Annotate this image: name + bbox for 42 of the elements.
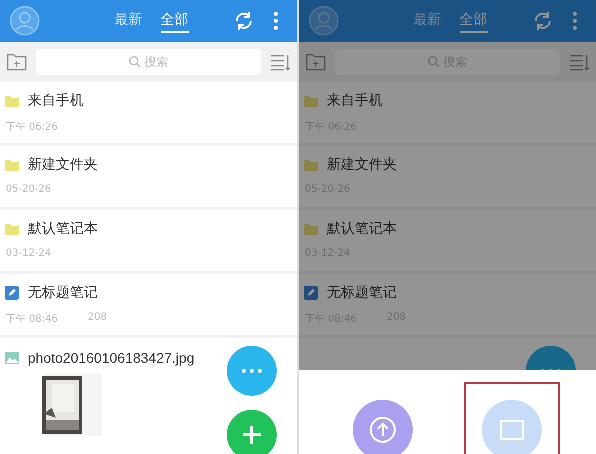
file-item[interactable]: 默认笔记本 03-12-24: [0, 210, 297, 274]
file-date: 03-12-24: [6, 248, 52, 259]
avatar-icon[interactable]: [10, 6, 40, 36]
file-date: 下午 06:26: [6, 121, 58, 134]
upload-icon: [368, 415, 398, 445]
file-item[interactable]: 无标题笔记 下午 08:46 208: [0, 274, 297, 338]
tab[interactable]: 全部: [160, 9, 188, 33]
file-name: 来自手机: [327, 92, 383, 110]
file-item[interactable]: photo20160106183427.jpg: [0, 338, 297, 436]
file-name: 无标题笔记: [327, 284, 397, 302]
add-button[interactable]: [227, 410, 277, 454]
file-item[interactable]: 来自手机 下午 06:26: [0, 82, 297, 146]
file-name: 无标题笔记: [28, 284, 98, 302]
document-icon: [498, 419, 525, 441]
sync-icon[interactable]: [532, 10, 554, 32]
image-icon: [4, 350, 20, 366]
sync-icon[interactable]: [233, 10, 255, 32]
file-item[interactable]: 新建文件夹 05-20-26: [0, 146, 297, 210]
folder-icon: [303, 221, 319, 237]
file-name: 默认笔记本: [327, 220, 397, 238]
file-name: photo20160106183427.jpg: [28, 350, 195, 366]
folder-icon: [4, 93, 20, 109]
search-placeholder: 搜索: [144, 54, 168, 70]
folder-icon: [303, 93, 319, 109]
note-icon: [303, 285, 319, 301]
file-name: 默认笔记本: [28, 220, 98, 238]
folder-icon: [4, 157, 20, 173]
file-date: 05-20-26: [6, 184, 52, 195]
plus-icon: [241, 424, 263, 446]
folder-icon: [4, 221, 20, 237]
avatar-icon[interactable]: [309, 6, 339, 36]
folder-icon: [303, 157, 319, 173]
file-name: 新建文件夹: [327, 156, 397, 174]
file-date: 下午 08:46: [6, 313, 58, 326]
file-size: 208: [88, 312, 108, 325]
file-name: 来自手机: [28, 92, 84, 110]
dots-icon: [241, 368, 263, 374]
search-icon: [428, 56, 440, 68]
file-name: 新建文件夹: [28, 156, 98, 174]
note-icon: [4, 285, 20, 301]
more-button[interactable]: [227, 346, 277, 396]
search-icon: [128, 56, 140, 68]
